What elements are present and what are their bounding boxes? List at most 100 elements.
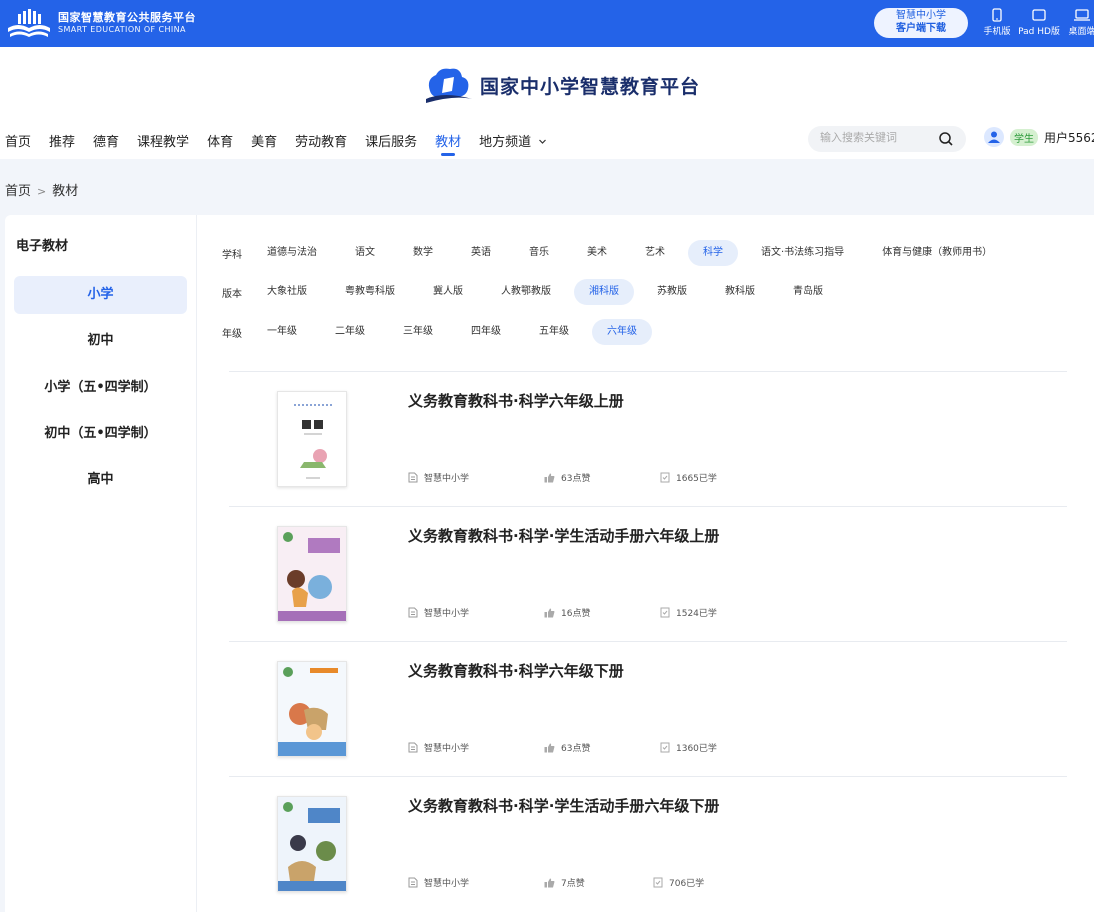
- book-learners: 1524已学: [660, 606, 717, 619]
- grade-chip-selected[interactable]: 六年级: [592, 319, 652, 345]
- subject-chip[interactable]: 语文·书法练习指导: [746, 240, 859, 266]
- grade-chip[interactable]: 三年级: [388, 319, 448, 345]
- book-likes: 7点赞: [544, 876, 585, 889]
- book-likes-count: 7点赞: [561, 879, 585, 889]
- nav-sports[interactable]: 体育: [207, 131, 233, 155]
- edition-chip[interactable]: 人教鄂教版: [486, 279, 566, 305]
- subject-chip[interactable]: 音乐: [514, 240, 564, 266]
- platform-title: 国家中小学智慧教育平台: [480, 75, 701, 98]
- textbook-content: 学科 道德与法治 语文 数学 英语 音乐 美术 艺术 科学 语文·书法练习指导 …: [198, 215, 1094, 912]
- user-menu[interactable]: 学生 用户5562: [984, 127, 1094, 147]
- breadcrumb: 首页 > 教材: [5, 180, 78, 199]
- nav-home[interactable]: 首页: [5, 131, 31, 155]
- book-cover-image: [278, 527, 346, 621]
- brand-name-en: SMART EDUCATION OF CHINA: [58, 24, 186, 34]
- book-source: 智慧中小学: [408, 606, 469, 619]
- device-desktop-link[interactable]: 桌面端: [1066, 8, 1094, 37]
- grade-chip[interactable]: 一年级: [252, 319, 312, 345]
- book-likes-count: 16点赞: [561, 609, 591, 619]
- edition-filter: 版本 大象社版 粤教粤科版 冀人版 人教鄂教版 湘科版 苏教版 教科版 青岛版: [198, 279, 846, 305]
- book-source: 智慧中小学: [408, 471, 469, 484]
- edition-chip[interactable]: 教科版: [710, 279, 770, 305]
- book-item[interactable]: 义务教育教科书·科学六年级上册 智慧中小学 63点赞 1665已学: [229, 371, 1067, 506]
- book-learners: 1360已学: [660, 741, 717, 754]
- edition-chip[interactable]: 粤教粤科版: [330, 279, 410, 305]
- book-cover[interactable]: [277, 796, 347, 892]
- top-bar: 国家智慧教育公共服务平台 SMART EDUCATION OF CHINA 智慧…: [0, 0, 1094, 47]
- tablet-icon: [1032, 9, 1046, 21]
- book-source-label: 智慧中小学: [424, 879, 470, 889]
- avatar[interactable]: [984, 127, 1004, 147]
- book-cover[interactable]: [277, 661, 347, 757]
- subject-chip-selected[interactable]: 科学: [688, 240, 738, 266]
- document-icon: [408, 877, 418, 888]
- subject-chip[interactable]: 数学: [398, 240, 448, 266]
- edition-chip[interactable]: 苏教版: [642, 279, 702, 305]
- sidebar-item-junior[interactable]: 初中: [14, 322, 187, 360]
- book-list: 义务教育教科书·科学六年级上册 智慧中小学 63点赞 1665已学 义务教育教科…: [229, 371, 1067, 911]
- subject-chip[interactable]: 语文: [340, 240, 390, 266]
- book-likes: 63点赞: [544, 741, 590, 754]
- user-icon: [988, 131, 1000, 143]
- download-button-line2: 客户端下载: [896, 22, 946, 34]
- phone-icon: [992, 8, 1002, 22]
- search-input[interactable]: [820, 131, 940, 144]
- edition-chip[interactable]: 冀人版: [418, 279, 478, 305]
- nav-moral[interactable]: 德育: [93, 131, 119, 155]
- sidebar: 电子教材 小学 初中 小学（五•四学制） 初中（五•四学制） 高中: [5, 215, 197, 912]
- nav-recommend[interactable]: 推荐: [49, 131, 75, 155]
- book-cover[interactable]: [277, 526, 347, 622]
- book-learners-count: 1360已学: [676, 744, 717, 754]
- book-item[interactable]: 义务教育教科书·科学·学生活动手册六年级上册 智慧中小学 16点赞 1524已学: [229, 506, 1067, 641]
- device-phone-link[interactable]: 手机版: [980, 8, 1014, 37]
- breadcrumb-home[interactable]: 首页: [5, 184, 31, 199]
- search-icon[interactable]: [938, 131, 954, 147]
- edition-chip-selected[interactable]: 湘科版: [574, 279, 634, 305]
- nav-textbooks[interactable]: 教材: [435, 131, 461, 156]
- subject-chip[interactable]: 英语: [456, 240, 506, 266]
- learner-count-icon: [660, 607, 670, 618]
- book-likes-count: 63点赞: [561, 744, 591, 754]
- platform-logo[interactable]: 国家中小学智慧教育平台: [424, 65, 700, 105]
- grade-chip[interactable]: 四年级: [456, 319, 516, 345]
- book-cover-image: [278, 797, 346, 891]
- nav-courses[interactable]: 课程教学: [137, 131, 189, 155]
- sidebar-item-primary-54[interactable]: 小学（五•四学制）: [14, 369, 187, 407]
- grade-chip[interactable]: 二年级: [320, 319, 380, 345]
- book-source-label: 智慧中小学: [424, 609, 470, 619]
- book-item[interactable]: 义务教育教科书·科学·学生活动手册六年级下册 智慧中小学 7点赞 706已学: [229, 776, 1067, 911]
- username[interactable]: 用户5562: [1044, 129, 1094, 146]
- device-tablet-link[interactable]: Pad HD版: [1014, 8, 1064, 37]
- nav-labor[interactable]: 劳动教育: [295, 131, 347, 155]
- book-learners-count: 1665已学: [676, 474, 717, 484]
- chevron-down-icon: [539, 139, 547, 144]
- sidebar-item-senior[interactable]: 高中: [14, 461, 187, 499]
- sidebar-item-primary[interactable]: 小学: [14, 276, 187, 314]
- grade-chip[interactable]: 五年级: [524, 319, 584, 345]
- nav-local-channel[interactable]: 地方频道: [479, 131, 547, 155]
- device-tablet-label: Pad HD版: [1018, 27, 1060, 37]
- nav-after-school[interactable]: 课后服务: [365, 131, 417, 155]
- subject-chip[interactable]: 体育与健康（教师用书）: [867, 240, 1007, 266]
- sidebar-item-junior-54[interactable]: 初中（五•四学制）: [14, 415, 187, 453]
- book-cover-image: [278, 392, 346, 486]
- book-title[interactable]: 义务教育教科书·科学六年级下册: [408, 660, 624, 681]
- subject-chip[interactable]: 艺术: [630, 240, 680, 266]
- brand[interactable]: 国家智慧教育公共服务平台 SMART EDUCATION OF CHINA: [6, 6, 196, 40]
- book-learners: 706已学: [653, 876, 704, 889]
- book-item[interactable]: 义务教育教科书·科学六年级下册 智慧中小学 63点赞 1360已学: [229, 641, 1067, 776]
- book-source: 智慧中小学: [408, 741, 469, 754]
- subject-chip[interactable]: 美术: [572, 240, 622, 266]
- client-download-button[interactable]: 智慧中小学 客户端下载: [874, 8, 968, 38]
- subject-chip[interactable]: 道德与法治: [252, 240, 332, 266]
- book-title[interactable]: 义务教育教科书·科学·学生活动手册六年级下册: [408, 795, 719, 816]
- book-title[interactable]: 义务教育教科书·科学六年级上册: [408, 390, 624, 411]
- edition-chip[interactable]: 青岛版: [778, 279, 838, 305]
- nav-arts[interactable]: 美育: [251, 131, 277, 155]
- book-cover[interactable]: [277, 391, 347, 487]
- book-title[interactable]: 义务教育教科书·科学·学生活动手册六年级上册: [408, 525, 719, 546]
- thumbs-up-icon: [544, 743, 555, 752]
- edition-chip[interactable]: 大象社版: [252, 279, 322, 305]
- thumbs-up-icon: [544, 608, 555, 617]
- platform-logo-icon: [426, 68, 472, 103]
